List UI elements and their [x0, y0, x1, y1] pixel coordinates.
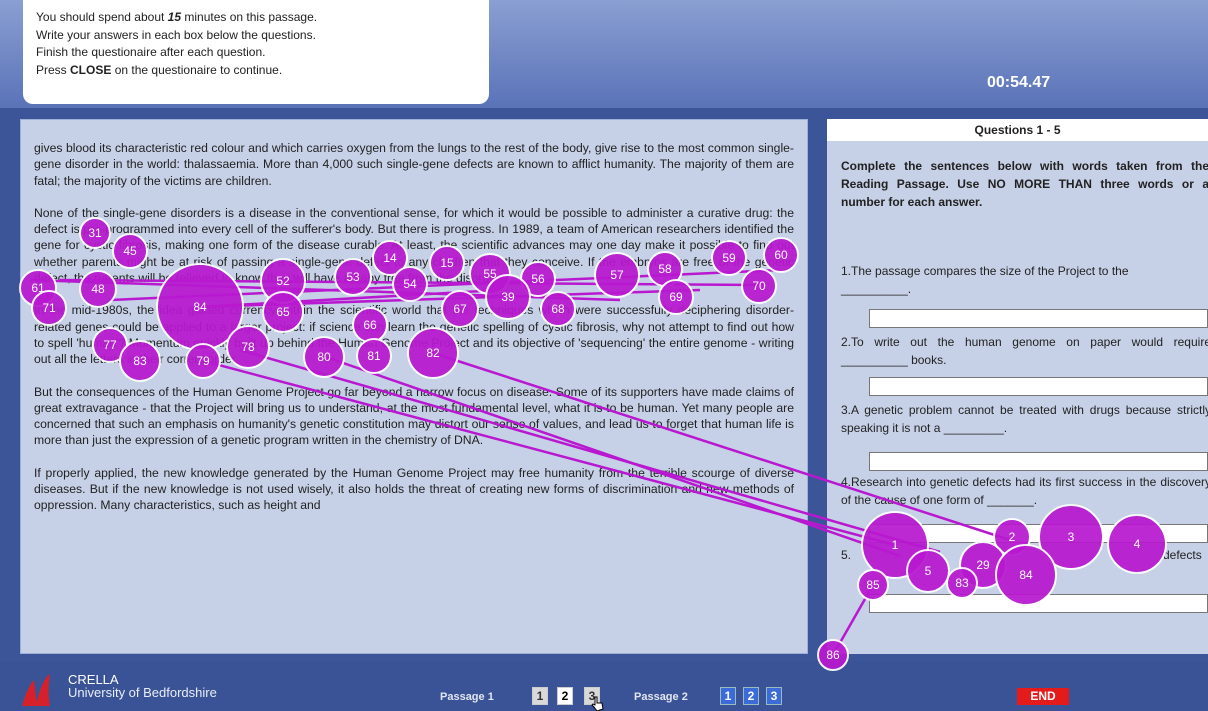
answer-2-input[interactable] [869, 377, 1208, 396]
questions-panel: Questions 1 - 5 Complete the sentences b… [827, 119, 1208, 654]
end-button[interactable]: END [1017, 688, 1069, 705]
question-4-text: 4.Research into genetic defects had its … [841, 475, 1208, 507]
questions-instruction: Complete the sentences below with words … [841, 159, 1208, 209]
question-5: 5. defects [841, 546, 1208, 564]
passage1-page-2-button[interactable]: 2 [557, 687, 573, 705]
passage1-label: Passage 1 [440, 691, 494, 703]
question-1: 1.The passage compares the size of the P… [841, 262, 1208, 298]
answer-1-input[interactable] [869, 309, 1208, 328]
question-1-tail: __________. [841, 282, 912, 296]
instructions-box: You should spend about 15 minutes on thi… [23, 0, 489, 104]
passage-paragraph: gives blood its characteristic red colou… [34, 141, 794, 188]
instr-line2: Write your answers in each box below the… [36, 27, 316, 42]
instr-line3: Finish the questionaire after each quest… [36, 45, 266, 59]
question-1-text: 1.The passage compares the size of the P… [841, 264, 1129, 278]
question-3: 3.A genetic problem cannot be treated wi… [841, 401, 1208, 437]
passage2-page-1-button[interactable]: 1 [720, 687, 736, 705]
logo-university: University of Bedfordshire [68, 685, 217, 700]
countdown-timer: 00:54.47 [987, 74, 1051, 91]
passage-text: gives blood its characteristic red colou… [34, 140, 794, 530]
instr-line1-pre: You should spend about [36, 10, 168, 24]
university-logo-text: CRELLA University of Bedfordshire [68, 673, 217, 699]
passage1-page-1-button[interactable]: 1 [532, 687, 548, 705]
question-2: 2.To write out the human genome on paper… [841, 333, 1208, 369]
passage-paragraph: In the mid-1980s, the idea gained curren… [34, 303, 794, 367]
question-2-text: 2.To write out the human genome on paper… [841, 335, 1208, 367]
passage-paragraph: But the consequences of the Human Genome… [34, 384, 794, 448]
passage-paragraph: If properly applied, the new knowledge g… [34, 465, 794, 513]
question-5-tail: defects [1163, 548, 1202, 562]
answer-4-input[interactable] [869, 524, 1208, 543]
answer-5-input[interactable] [869, 594, 1208, 613]
answer-3-input[interactable] [869, 452, 1208, 471]
questions-instruction-wrap: Complete the sentences below with words … [841, 157, 1208, 211]
instr-line1-post: minutes on this passage. [181, 10, 318, 24]
question-5-text: 5. [841, 548, 852, 562]
crella-logo-icon [22, 674, 50, 706]
instr-close-word: CLOSE [70, 62, 112, 77]
questions-header: Questions 1 - 5 [827, 119, 1208, 141]
passage2-page-2-button[interactable]: 2 [743, 687, 759, 705]
instr-line4-post: on the questionaire to continue. [111, 62, 283, 77]
instr-line4-pre: Press [36, 62, 71, 77]
hand-cursor-icon [591, 696, 604, 711]
question-3-text: 3.A genetic problem cannot be treated wi… [841, 403, 1208, 435]
reading-passage-panel[interactable]: gives blood its characteristic red colou… [20, 119, 808, 654]
passage-paragraph: None of the single-gene disorders is a d… [34, 205, 794, 286]
passage2-page-3-button[interactable]: 3 [766, 687, 782, 705]
instr-minutes: 15 [167, 10, 182, 24]
question-4: 4.Research into genetic defects had its … [841, 473, 1208, 509]
passage2-label: Passage 2 [634, 691, 688, 703]
